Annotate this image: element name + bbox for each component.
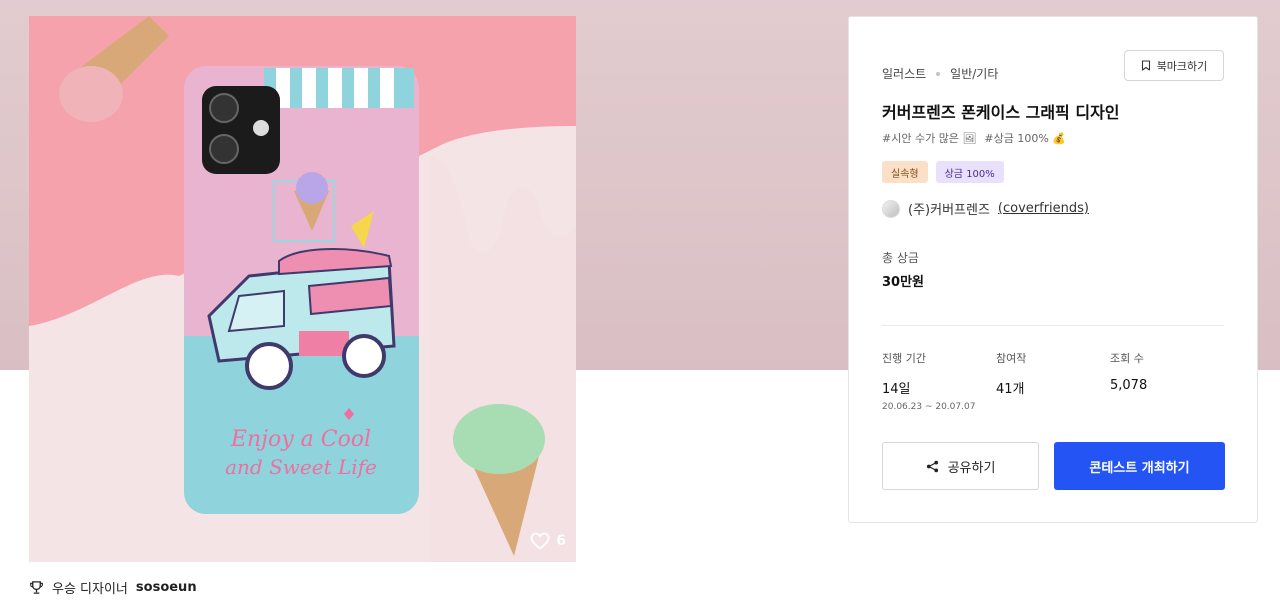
share-label: 공유하기: [947, 460, 996, 476]
host-contest-button[interactable]: 콘테스트 개최하기: [1054, 442, 1225, 490]
stat-label: 참여작: [996, 352, 1027, 365]
bookmark-button[interactable]: 북마크하기: [1124, 50, 1224, 81]
stat-date-range: 20.06.23 ~ 20.07.07: [882, 402, 976, 412]
share-icon: [926, 460, 938, 472]
breadcrumb-item-subcategory[interactable]: 일반/기타: [950, 65, 998, 82]
winner-designer: 우승 디자이너 sosoeun: [29, 578, 197, 597]
stat-value: 41개: [996, 382, 1025, 397]
host-avatar: [882, 199, 900, 218]
tag-item[interactable]: #시안 수가 많은 🖼: [882, 130, 976, 146]
stat-views: 조회 수 5,078: [1110, 350, 1147, 393]
tag-list: #시안 수가 많은 🖼 #상금 100% 💰: [882, 130, 1066, 146]
bookmark-icon: [1141, 60, 1150, 71]
breadcrumb-item-category[interactable]: 일러스트: [882, 65, 926, 82]
host-name: (주)커버프렌즈: [908, 203, 990, 218]
tag-item[interactable]: #상금 100% 💰: [984, 130, 1066, 146]
winner-name[interactable]: sosoeun: [136, 580, 197, 595]
badge-prize-100: 상금 100%: [935, 161, 1004, 183]
phone-text-line2: and Sweet Life: [225, 455, 377, 479]
phone-text-line1: Enjoy a Cool: [230, 427, 371, 452]
like-count-value: 6: [556, 533, 566, 549]
phone-case-artwork: Enjoy a Cool and Sweet Life: [29, 16, 576, 562]
stat-label: 조회 수: [1110, 352, 1144, 365]
like-count[interactable]: 6: [530, 532, 566, 550]
badge-value-type: 실속형: [882, 161, 928, 183]
product-image[interactable]: Enjoy a Cool and Sweet Life 6: [29, 16, 576, 562]
host-info: (주)커버프렌즈 (coverfriends): [882, 199, 1089, 218]
prize-value: 30만원: [882, 275, 925, 290]
breadcrumb-separator: [936, 71, 941, 76]
stat-value: 5,078: [1110, 378, 1148, 393]
badge-list: 실속형 상금 100%: [882, 161, 1004, 183]
divider: [882, 325, 1224, 326]
bookmark-label: 북마크하기: [1156, 59, 1208, 73]
stat-duration: 진행 기간 14일 20.06.23 ~ 20.07.07: [882, 350, 975, 412]
host-handle-link[interactable]: (coverfriends): [998, 201, 1089, 216]
prize-label: 총 상금: [882, 251, 919, 265]
contest-title: 커버프렌즈 폰케이스 그래픽 디자인: [882, 103, 1120, 122]
winner-label: 우승 디자이너: [52, 582, 128, 597]
stat-label: 진행 기간: [882, 352, 926, 365]
breadcrumb: 일러스트 일반/기타: [882, 65, 998, 82]
contest-info-card: 일러스트 일반/기타 북마크하기 커버프렌즈 폰케이스 그래픽 디자인 #시안 …: [848, 16, 1258, 523]
heart-icon: [530, 532, 550, 550]
trophy-icon: [30, 581, 43, 594]
stat-value: 14일: [882, 382, 911, 397]
stat-entries: 참여작 41개: [996, 350, 1026, 397]
share-button[interactable]: 공유하기: [882, 442, 1039, 490]
